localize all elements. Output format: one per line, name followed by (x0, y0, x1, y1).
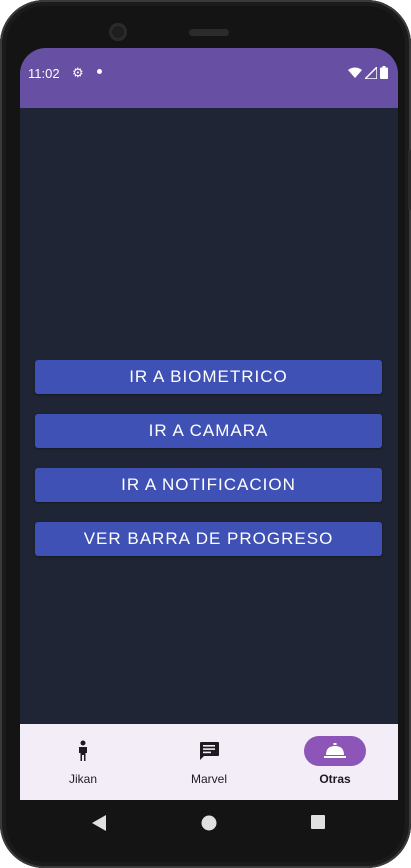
nav-label-otras: Otras (319, 772, 351, 786)
biometric-button[interactable]: IR A BIOMETRICO (35, 360, 382, 394)
wifi-icon (348, 67, 362, 78)
home-icon[interactable] (201, 815, 217, 831)
signal-icon (365, 66, 377, 79)
nav-pill-jikan (52, 736, 114, 766)
recents-icon[interactable] (311, 815, 325, 829)
front-camera (109, 23, 127, 41)
status-time: 11:02 (28, 66, 60, 81)
camera-button[interactable]: IR A CAMARA (35, 414, 382, 448)
person-icon (79, 740, 87, 761)
room-service-icon (324, 743, 346, 758)
nav-item-otras[interactable]: Otras (272, 724, 398, 800)
earpiece-speaker (189, 29, 229, 36)
main-content: IR A BIOMETRICO IR A CAMARA IR A NOTIFIC… (20, 108, 398, 724)
app-screen: 11:02 ⚙ IR A BIOMETRICO IR A CAMARA IR A… (20, 48, 398, 800)
nav-pill-marvel (178, 736, 240, 766)
nav-item-marvel[interactable]: Marvel (146, 724, 272, 800)
system-navigation-bar (20, 800, 398, 846)
back-icon[interactable] (92, 815, 106, 831)
nav-pill-otras (304, 736, 366, 766)
status-icons (348, 66, 388, 79)
notification-dot-icon (97, 69, 102, 74)
battery-icon (380, 66, 388, 79)
nav-label-marvel: Marvel (190, 772, 227, 786)
bottom-navigation: Jikan Marvel Otras (20, 724, 398, 800)
progress-bar-button[interactable]: VER BARRA DE PROGRESO (35, 522, 382, 556)
message-icon (200, 742, 219, 760)
nav-label-jikan: Jikan (68, 772, 97, 786)
status-bar: 11:02 ⚙ (20, 48, 398, 108)
nav-item-jikan[interactable]: Jikan (20, 724, 146, 800)
gear-icon: ⚙ (72, 65, 84, 80)
notification-button[interactable]: IR A NOTIFICACION (35, 468, 382, 502)
